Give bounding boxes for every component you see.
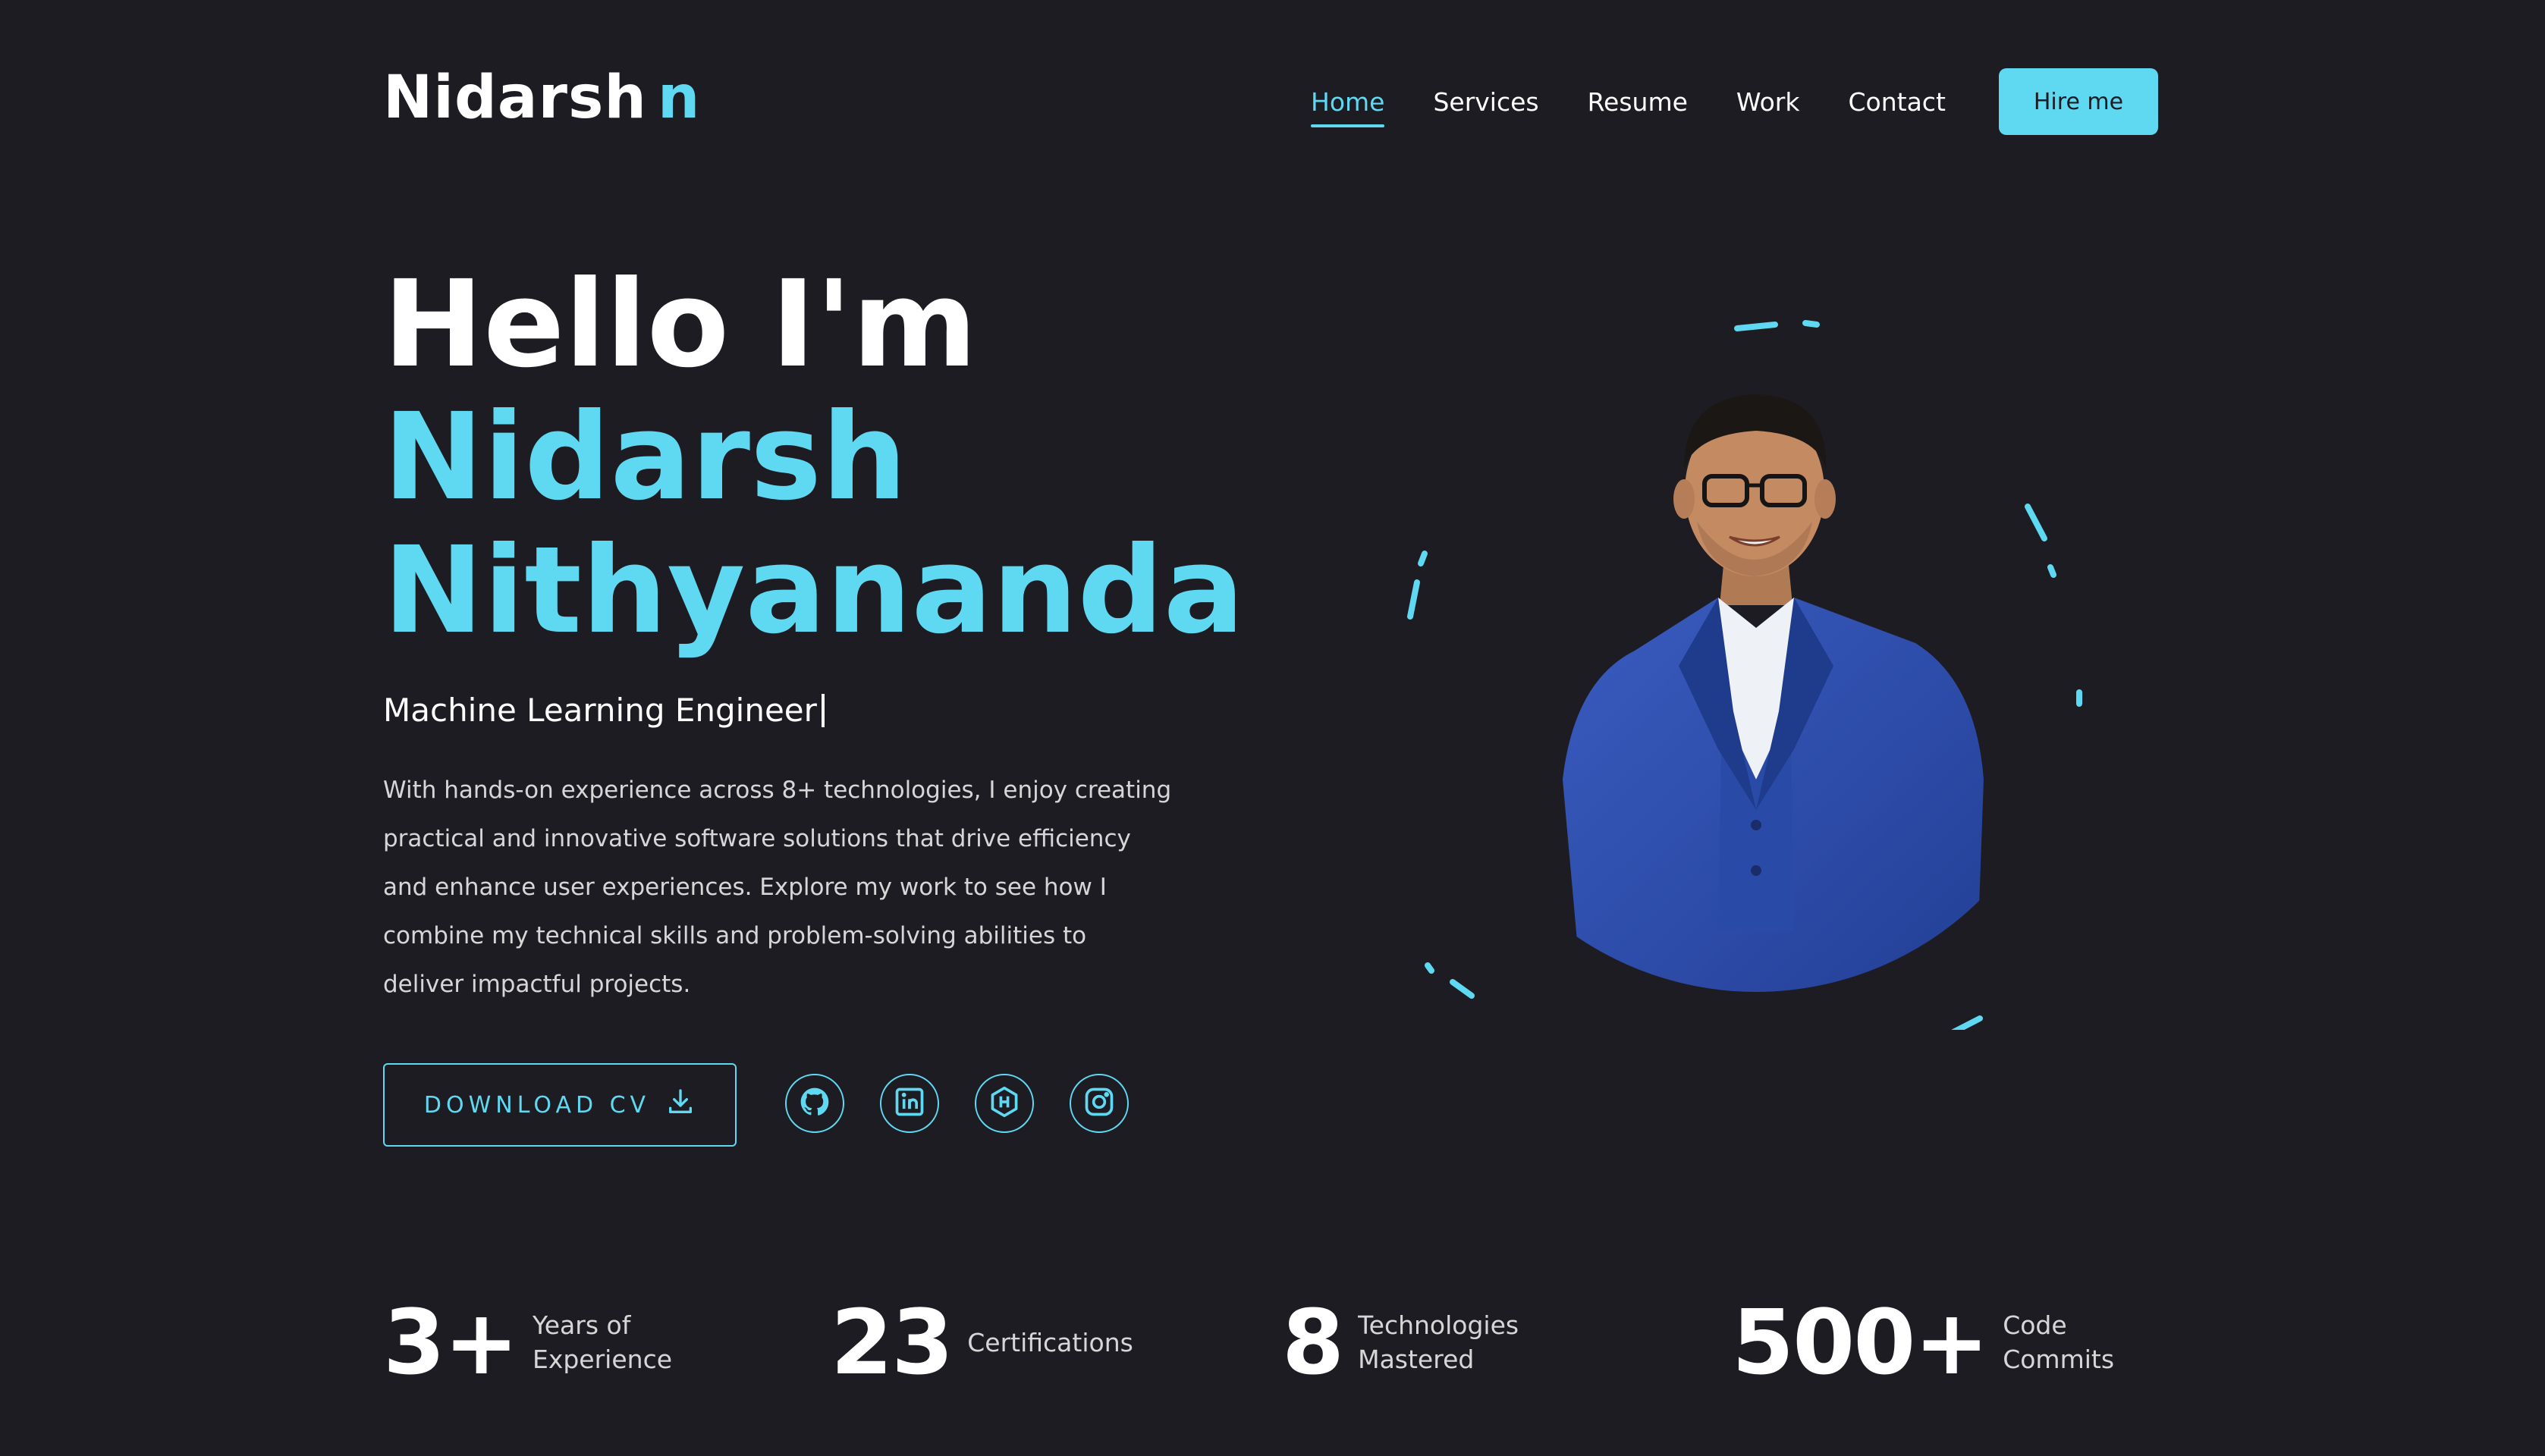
hero-name-last: Nithyananda (383, 521, 1245, 661)
stat-label: Certifications (967, 1327, 1133, 1357)
stat-value: 23 (831, 1290, 954, 1395)
typing-caret (821, 694, 825, 727)
hero-greeting: Hello I'm (383, 255, 978, 394)
hero-bio: With hands-on experience across 8+ techn… (383, 777, 1172, 998)
stat-technologies: 8 Technologies Mastered (1282, 1289, 1519, 1395)
stat-value: 8 (1282, 1290, 1344, 1395)
nav-work[interactable]: Work (1736, 87, 1800, 117)
instagram-link[interactable] (1070, 1074, 1129, 1133)
download-icon (665, 1087, 696, 1123)
logo[interactable]: Nidarsh n (383, 64, 700, 132)
linkedin-link[interactable] (880, 1074, 939, 1133)
logo-accent: n (657, 64, 701, 132)
stat-label: Code Commits (2003, 1310, 2115, 1374)
page-container: Nidarsh n Home Services Resume Work Conta… (383, 0, 2158, 1456)
profile-photo-area (1377, 271, 2135, 1030)
site-header: Nidarsh n Home Services Resume Work Conta… (383, 64, 2158, 136)
nav-services[interactable]: Services (1433, 87, 1538, 117)
main-nav: Home Services Resume Work Contact (1311, 67, 1994, 136)
stat-label: Technologies Mastered (1358, 1310, 1519, 1374)
hire-me-button[interactable]: Hire me (1999, 68, 2158, 135)
instagram-icon (1082, 1085, 1116, 1122)
linkedin-icon (893, 1085, 926, 1122)
hashnode-link[interactable] (975, 1074, 1034, 1133)
stat-experience: 3+ Years of Experience (383, 1289, 672, 1395)
nav-resume[interactable]: Resume (1588, 87, 1688, 117)
social-links (785, 1074, 1129, 1133)
stats-row: 3+ Years of Experience 23 Certifications… (383, 1289, 2158, 1395)
download-cv-button[interactable]: DOWNLOAD CV (383, 1063, 737, 1147)
stat-certifications: 23 Certifications (831, 1289, 1133, 1395)
logo-text: Nidarsh (383, 64, 647, 132)
hashnode-icon (988, 1085, 1021, 1122)
download-cv-label: DOWNLOAD CV (423, 1091, 651, 1119)
role-text: Machine Learning Engineer (383, 692, 817, 729)
stat-label: Years of Experience (532, 1310, 673, 1374)
profile-photo (1563, 394, 1984, 992)
nav-home[interactable]: Home (1311, 87, 1385, 127)
stat-value: 3+ (383, 1290, 519, 1395)
github-link[interactable] (785, 1074, 844, 1133)
hero-name: Nidarsh Nithyananda (383, 391, 1244, 657)
hero-name-first: Nidarsh (383, 388, 907, 527)
stat-commits: 500+ Code Commits (1732, 1289, 2114, 1395)
github-icon (798, 1085, 831, 1122)
stat-value: 500+ (1732, 1290, 1989, 1395)
hero-role: Machine Learning Engineer (383, 692, 825, 729)
nav-contact[interactable]: Contact (1849, 87, 1946, 117)
